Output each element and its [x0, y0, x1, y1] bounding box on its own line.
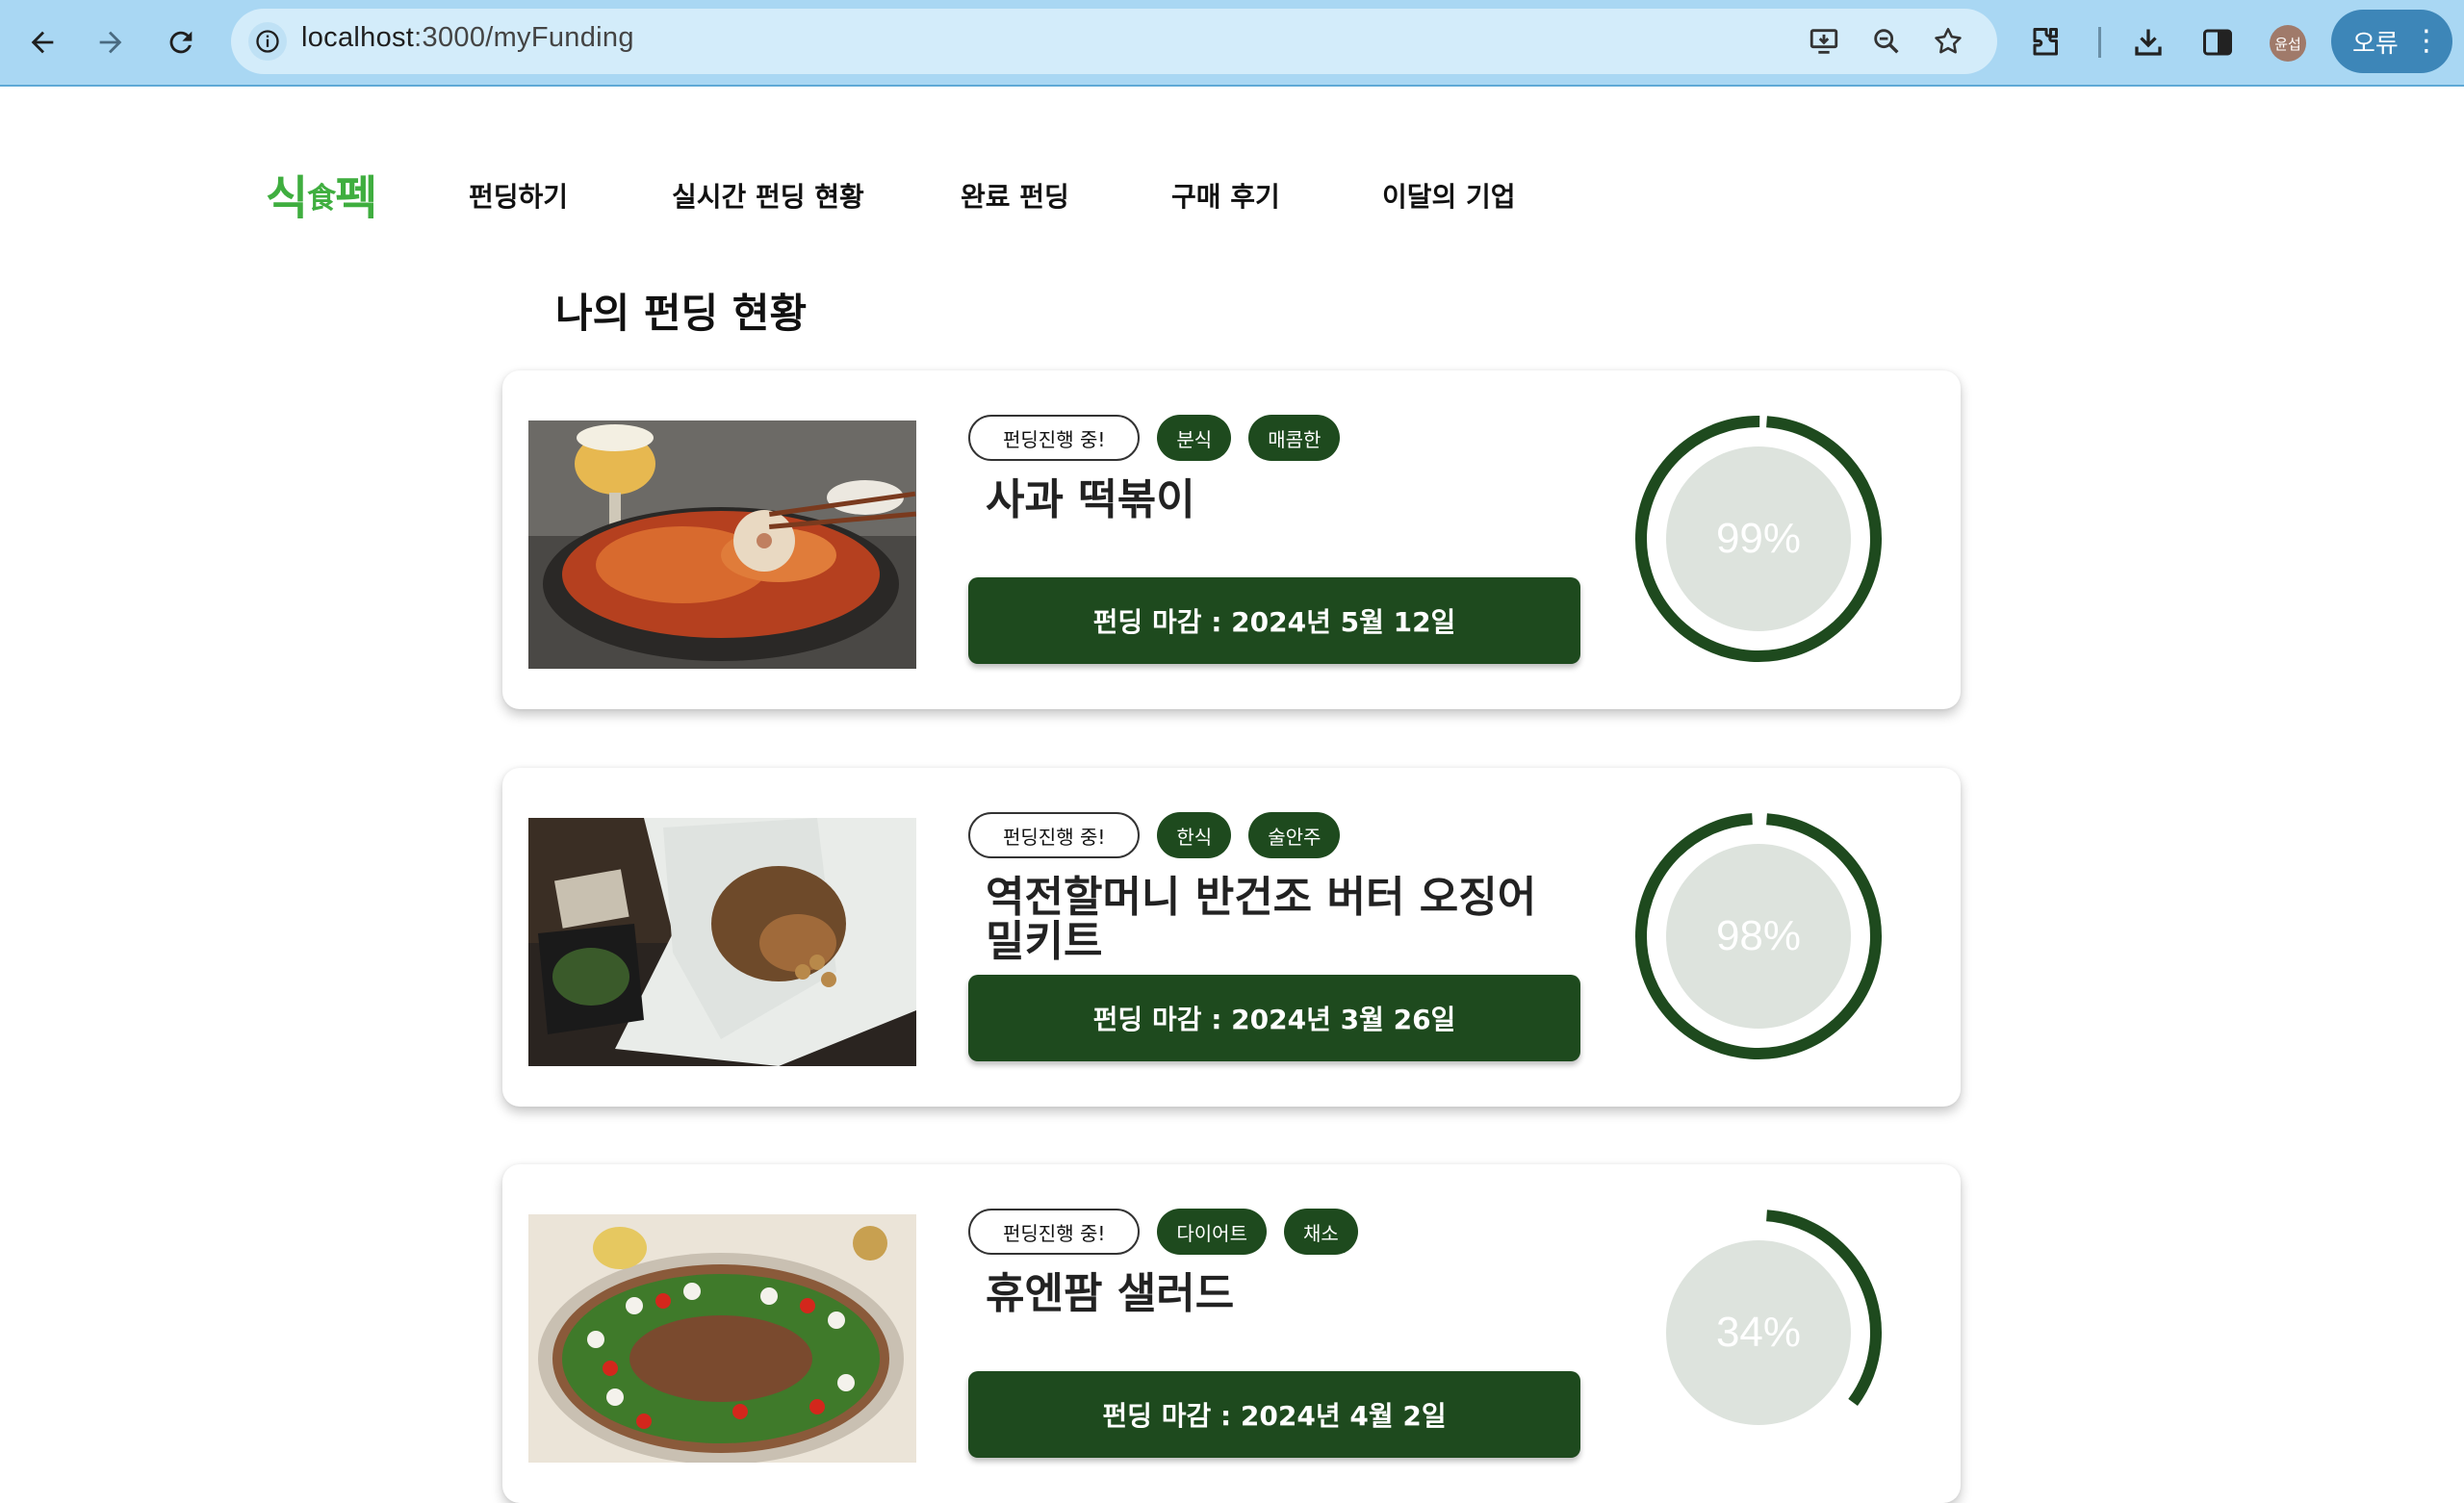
product-image-salad	[528, 1214, 916, 1463]
page-title: 나의 펀딩 현황	[555, 290, 808, 337]
category-tag[interactable]: 술안주	[1248, 812, 1341, 858]
back-arrow-icon	[31, 31, 54, 54]
extensions-icon[interactable]	[2023, 19, 2069, 65]
progress-percent: 34%	[1715, 1309, 1802, 1356]
forward-button[interactable]	[88, 19, 134, 65]
funding-card[interactable]: 펀딩진행 중! 다이어트 채소 휴엔팜 샐러드 펀딩 마감 : 2024년 4월…	[502, 1164, 1961, 1503]
product-image-squid	[528, 818, 916, 1066]
tag-list: 펀딩진행 중! 한식 술안주	[968, 812, 1341, 858]
browser-toolbar: localhost:3000/myFunding 윤섭 오류 ⋮	[0, 0, 2464, 87]
reload-button[interactable]	[158, 19, 204, 65]
reload-icon	[169, 31, 192, 54]
tag-list: 펀딩진행 중! 분식 매콤한	[968, 415, 1341, 461]
url-text[interactable]: localhost:3000/myFunding	[301, 22, 634, 54]
nav-reviews[interactable]: 구매 후기	[1171, 176, 1280, 215]
progress-ring: 98%	[1633, 811, 1884, 1061]
more-menu-icon[interactable]: ⋮	[2412, 27, 2441, 56]
progress-ring: 34%	[1633, 1208, 1884, 1458]
nav-company-of-month[interactable]: 이달의 기업	[1382, 176, 1516, 215]
forward-arrow-icon	[99, 31, 122, 54]
downloads-icon[interactable]	[2125, 19, 2171, 65]
profile-error-label: 오류	[2352, 29, 2399, 59]
side-panel-icon[interactable]	[2194, 19, 2241, 65]
category-tag[interactable]: 다이어트	[1157, 1209, 1267, 1255]
category-tag[interactable]: 한식	[1157, 812, 1232, 858]
status-badge: 펀딩진행 중!	[968, 812, 1141, 858]
category-tag[interactable]: 매콤한	[1248, 415, 1341, 461]
deadline-button[interactable]: 펀딩 마감 : 2024년 4월 2일	[968, 1371, 1580, 1458]
zoom-icon[interactable]	[1867, 22, 1906, 61]
status-badge: 펀딩진행 중!	[968, 415, 1141, 461]
category-tag[interactable]: 분식	[1157, 415, 1232, 461]
nav-completed[interactable]: 완료 펀딩	[961, 176, 1069, 215]
site-info-icon[interactable]	[248, 22, 287, 61]
site-logo[interactable]: 식食펙	[266, 160, 377, 227]
deadline-button[interactable]: 펀딩 마감 : 2024년 5월 12일	[968, 577, 1580, 664]
profile-avatar[interactable]: 윤섭	[2270, 25, 2306, 62]
product-image-tteokbokki	[528, 420, 916, 669]
back-button[interactable]	[19, 19, 65, 65]
profile-error-button[interactable]: 오류 ⋮	[2331, 10, 2452, 73]
address-bar[interactable]: localhost:3000/myFunding	[231, 9, 1997, 74]
funding-card[interactable]: 펀딩진행 중! 한식 술안주 역전할머니 반건조 버터 오징어 밀키트 펀딩 마…	[502, 768, 1961, 1107]
category-tag[interactable]: 채소	[1283, 1209, 1358, 1255]
progress-ring: 99%	[1633, 414, 1884, 664]
product-title[interactable]: 역전할머니 반건조 버터 오징어 밀키트	[986, 876, 1582, 964]
funding-card[interactable]: 펀딩진행 중! 분식 매콤한 사과 떡볶이 펀딩 마감 : 2024년 5월 1…	[502, 370, 1961, 709]
nav-funding[interactable]: 펀딩하기	[469, 176, 568, 215]
bookmark-star-icon[interactable]	[1929, 22, 1967, 61]
product-title[interactable]: 휴엔팜 샐러드	[986, 1272, 1582, 1316]
tag-list: 펀딩진행 중! 다이어트 채소	[968, 1209, 1358, 1255]
status-badge: 펀딩진행 중!	[968, 1209, 1141, 1255]
nav-realtime-status[interactable]: 실시간 펀딩 현황	[672, 176, 864, 215]
toolbar-divider	[2098, 27, 2101, 58]
install-app-icon[interactable]	[1805, 22, 1843, 61]
progress-percent: 99%	[1715, 515, 1802, 562]
product-title[interactable]: 사과 떡볶이	[986, 478, 1582, 522]
deadline-button[interactable]: 펀딩 마감 : 2024년 3월 26일	[968, 975, 1580, 1061]
progress-percent: 98%	[1715, 912, 1802, 959]
